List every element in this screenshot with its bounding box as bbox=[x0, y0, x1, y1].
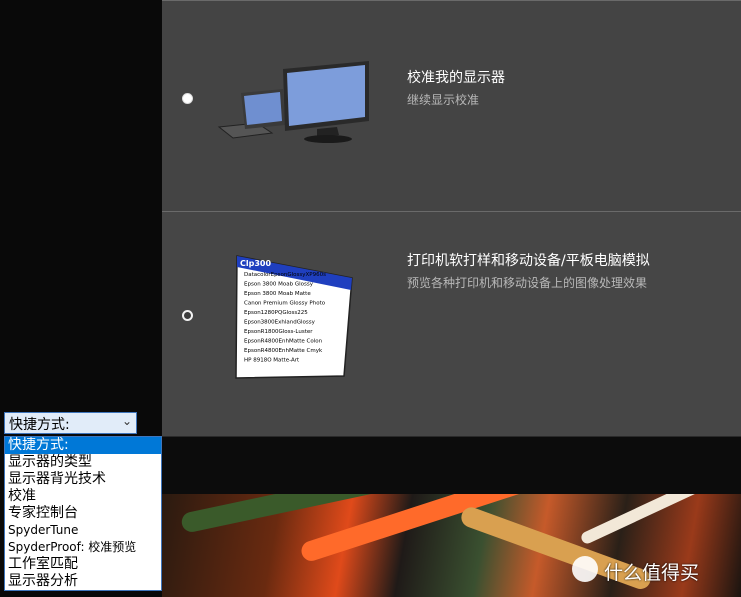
printer-list-item: Epson 3800 Moab Glossy bbox=[244, 282, 314, 288]
printer-list-header: Clp300 bbox=[240, 259, 271, 268]
option-subtitle: 预览各种打印机和移动设备上的图像处理效果 bbox=[407, 276, 648, 290]
smzdm-logo-icon bbox=[572, 556, 598, 582]
shortcut-combobox-label: 快捷方式: bbox=[9, 417, 70, 433]
dropdown-item[interactable]: 显示器背光技术 bbox=[5, 471, 161, 488]
printer-list-item: EpsonR1800Gloss-Luster bbox=[244, 329, 313, 335]
printer-list-item: EpsonR4800EnhMatte Colon bbox=[244, 339, 323, 345]
radio-calibrate-selected[interactable] bbox=[182, 93, 193, 104]
chevron-down-icon[interactable]: ⌄ bbox=[122, 414, 132, 428]
printer-list-icon: Clp300 DatacolorEpsonGlossyXP960s Epson 3… bbox=[235, 255, 353, 379]
printer-list-item: Epson1280PQGloss225 bbox=[244, 310, 308, 316]
dropdown-item[interactable]: SpyderProof: 校准预览 bbox=[5, 539, 161, 556]
printer-list-item: Canon Premium Glossy Photo bbox=[244, 301, 326, 307]
printer-list-item: HP 8918O Matte-Art bbox=[244, 358, 300, 364]
dropdown-item[interactable]: 工作室匹配 bbox=[5, 556, 161, 573]
dropdown-item[interactable]: 快捷方式: bbox=[5, 437, 161, 454]
shortcut-combobox[interactable]: 快捷方式: ⌄ bbox=[4, 412, 137, 434]
option-calibrate-display[interactable]: 校准我的显示器 继续显示校准 bbox=[162, 0, 741, 211]
dropdown-item[interactable]: 显示器的类型 bbox=[5, 454, 161, 471]
dropdown-item[interactable]: 显示器分析 bbox=[5, 573, 161, 590]
dropdown-item[interactable]: SpyderTune bbox=[5, 522, 161, 539]
bottom-bar bbox=[162, 436, 741, 495]
printer-list-item: EpsonR4800EnhMatte Cmyk bbox=[244, 348, 323, 354]
option-subtitle: 继续显示校准 bbox=[407, 93, 480, 107]
option-softproof[interactable]: Clp300 DatacolorEpsonGlossyXP960s Epson 3… bbox=[162, 211, 741, 437]
shortcut-dropdown-list[interactable]: 快捷方式: 显示器的类型 显示器背光技术 校准 专家控制台 SpyderTune… bbox=[4, 436, 162, 591]
dropdown-item[interactable]: 专家控制台 bbox=[5, 505, 161, 522]
dropdown-item[interactable]: 校准 bbox=[5, 488, 161, 505]
radio-softproof-unselected[interactable] bbox=[182, 310, 193, 321]
printer-list-item: DatacolorEpsonGlossyXP960s bbox=[244, 272, 326, 278]
option-title: 校准我的显示器 bbox=[407, 70, 505, 86]
option-title: 打印机软打样和移动设备/平板电脑模拟 bbox=[407, 253, 650, 269]
printer-list-item: Epson 3800 Moab Matte bbox=[244, 291, 311, 297]
printer-list-item: Epson3800ExhlandGlossy bbox=[244, 320, 316, 326]
display-laptop-icon bbox=[217, 61, 369, 143]
watermark-text: 什么值得买 bbox=[604, 562, 700, 584]
